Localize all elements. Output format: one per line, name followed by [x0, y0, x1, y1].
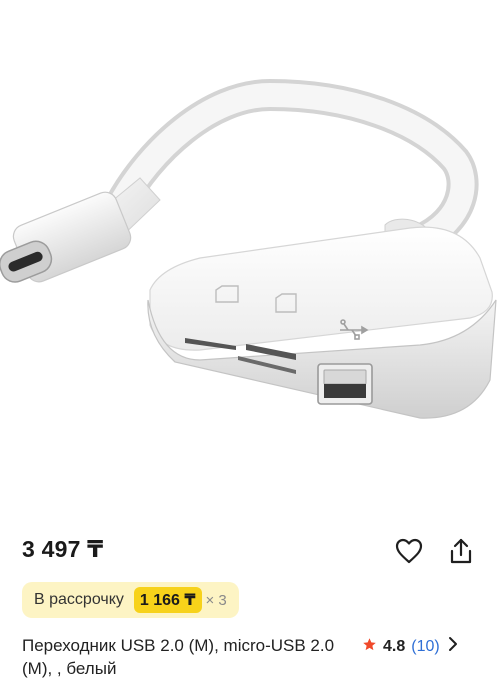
adapter-illustration — [0, 78, 497, 419]
installment-multiplier: × 3 — [205, 591, 227, 609]
review-count: (10) — [411, 637, 440, 655]
installment-label: В рассрочку — [34, 591, 124, 608]
chevron-right-icon — [448, 636, 458, 657]
product-image[interactable] — [0, 0, 500, 520]
product-title[interactable]: Переходник USB 2.0 (M), micro-USB 2.0 (M… — [22, 634, 352, 680]
product-price: 3 497 ₸ — [22, 536, 104, 562]
installment-amount: 1 166 ₸ — [133, 587, 202, 613]
heart-icon — [395, 538, 423, 564]
favorite-button[interactable] — [394, 536, 424, 566]
price-row: 3 497 ₸ — [22, 536, 478, 568]
share-icon — [450, 538, 472, 564]
share-button[interactable] — [446, 536, 476, 566]
star-icon — [362, 637, 377, 656]
rating-value: 4.8 — [383, 637, 406, 655]
rating-link[interactable]: 4.8 (10) — [362, 636, 458, 657]
installment-badge[interactable]: В рассрочку 1 166 ₸ × 3 — [22, 582, 239, 618]
